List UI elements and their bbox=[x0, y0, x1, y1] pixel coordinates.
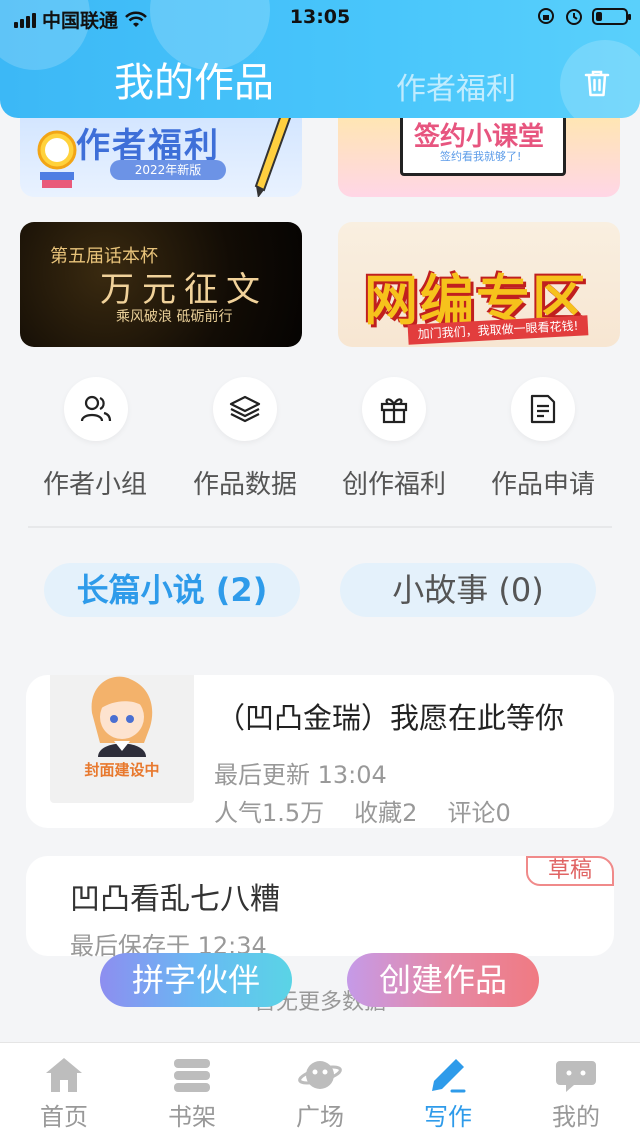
tab-long-novel[interactable]: 长篇小说 (2) bbox=[44, 563, 300, 617]
favorites-count: 收藏2 bbox=[354, 799, 418, 827]
banner-title: 万元征文 bbox=[100, 270, 268, 310]
bookshelf-icon bbox=[174, 1059, 210, 1092]
pencil-icon bbox=[254, 110, 292, 197]
no-more-data-text: 暂无更多数据 bbox=[253, 990, 386, 1015]
work-application-label[interactable]: 作品申请 bbox=[468, 464, 618, 501]
cover-placeholder-text: 封面建设中 bbox=[84, 761, 160, 779]
author-group-label[interactable]: 作者小组 bbox=[20, 464, 170, 501]
planet-icon bbox=[298, 1061, 342, 1089]
alarm-icon bbox=[566, 9, 582, 25]
header: 中国联通 13:05 我的作品 作者福利 bbox=[0, 0, 640, 118]
nav-write-label: 写作 bbox=[424, 1103, 472, 1131]
avatar bbox=[91, 676, 153, 757]
document-icon bbox=[530, 394, 556, 424]
tab-short-story[interactable]: 小故事 (0) bbox=[340, 563, 596, 617]
writing-partner-button[interactable]: 拼字伙伴 bbox=[100, 953, 292, 1007]
work-stats: 人气1.5万 收藏2 评论0 bbox=[214, 793, 511, 828]
tab-author-benefits[interactable]: 作者福利 bbox=[396, 64, 516, 108]
chat-bubble-icon bbox=[556, 1061, 596, 1092]
nav-plaza-label: 广场 bbox=[296, 1103, 344, 1131]
banner-subtitle: 签约看我就够了! bbox=[440, 150, 522, 163]
pen-icon bbox=[432, 1059, 466, 1093]
nav-home-label: 首页 bbox=[40, 1103, 88, 1131]
nav-profile[interactable]: 我的 bbox=[512, 1043, 640, 1132]
layers-icon bbox=[229, 395, 261, 423]
nav-profile-label: 我的 bbox=[552, 1103, 600, 1131]
draft-card[interactable]: 凹凸看乱七八糟 最后保存于 12:34 草稿 bbox=[26, 856, 614, 960]
creation-benefits-button[interactable] bbox=[362, 377, 426, 441]
gift-icon bbox=[380, 398, 408, 424]
work-application-button[interactable] bbox=[511, 377, 575, 441]
page-title[interactable]: 我的作品 bbox=[114, 50, 274, 108]
draft-badge: 草稿 bbox=[526, 856, 614, 886]
banner-subtitle: 2022年新版 bbox=[110, 160, 226, 180]
nav-bookshelf-label: 书架 bbox=[168, 1103, 216, 1131]
last-update: 最后更新 13:04 bbox=[214, 761, 387, 789]
home-icon bbox=[46, 1058, 82, 1092]
nav-plaza[interactable]: 广场 bbox=[256, 1043, 384, 1132]
work-data-label[interactable]: 作品数据 bbox=[170, 464, 320, 501]
nav-home[interactable]: 首页 bbox=[0, 1043, 128, 1132]
rotation-lock-icon bbox=[538, 8, 554, 24]
banner-essay-contest[interactable]: 第五届话本杯 万元征文 乘风破浪 砥砺前行 bbox=[20, 222, 302, 347]
clock-icon bbox=[37, 130, 77, 188]
banner-editor-zone[interactable]: 网编专区 加门我们，我取做一眼看花钱! bbox=[338, 222, 620, 347]
work-title[interactable]: （凹凸金瑞）我愿在此等你 bbox=[216, 695, 564, 737]
divider bbox=[28, 526, 612, 528]
nav-write[interactable]: 写作 bbox=[384, 1043, 512, 1132]
creation-benefits-label[interactable]: 创作福利 bbox=[319, 464, 469, 501]
create-work-button[interactable]: 创建作品 bbox=[347, 953, 539, 1007]
trash-icon[interactable] bbox=[583, 68, 611, 98]
people-icon bbox=[80, 395, 112, 422]
work-cover[interactable]: 封面建设中 bbox=[50, 675, 194, 803]
work-data-button[interactable] bbox=[213, 377, 277, 441]
work-card[interactable]: 封面建设中 （凹凸金瑞）我愿在此等你 最后更新 13:04 人气1.5万 收藏2… bbox=[26, 675, 614, 828]
battery-icon bbox=[592, 7, 631, 25]
nav-bookshelf[interactable]: 书架 bbox=[128, 1043, 256, 1132]
status-bar: 中国联通 13:05 bbox=[0, 6, 640, 34]
draft-title[interactable]: 凹凸看乱七八糟 bbox=[70, 874, 280, 918]
comments-count: 评论0 bbox=[447, 799, 511, 827]
author-group-button[interactable] bbox=[64, 377, 128, 441]
banner-subtitle: 乘风破浪 砥砺前行 bbox=[116, 309, 233, 325]
popularity-count: 人气1.5万 bbox=[214, 799, 325, 827]
bottom-nav: 首页 书架 广场 写作 我的 bbox=[0, 1042, 640, 1139]
